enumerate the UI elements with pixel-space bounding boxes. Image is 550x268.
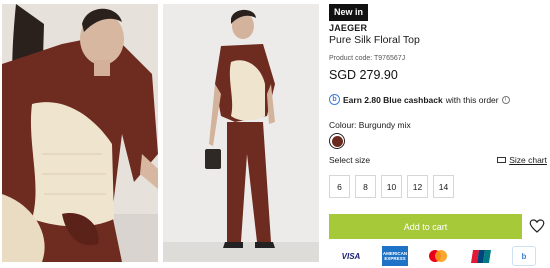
amex-icon: AMERICAN EXPRESS [382,246,408,266]
size-chart-link[interactable]: Size chart [497,155,547,165]
brand-name[interactable]: JAEGER [329,23,367,33]
size-option[interactable]: 12 [407,175,428,198]
colour-value: Burgundy mix [358,120,411,130]
new-in-badge: New in [329,4,369,21]
size-option[interactable]: 8 [355,175,376,198]
product-title: Pure Silk Floral Top [329,34,420,46]
cashback-banner: b Earn 2.80 Blue cashback with this orde… [329,94,510,105]
product-code: Product code: T976567J [329,55,406,62]
size-options: 6 8 10 12 14 [329,175,454,198]
product-image-main[interactable] [2,4,158,262]
wishlist-heart-icon[interactable] [528,217,546,235]
size-option[interactable]: 10 [381,175,402,198]
ruler-icon [497,157,507,163]
product-photo-full-length [163,4,319,262]
colour-label-row: Colour: Burgundy mix [329,120,411,130]
product-photo-close-up [2,4,158,262]
product-price: SGD 279.90 [329,68,398,82]
blue-cashback-icon: b [329,94,340,105]
colour-label: Colour: [329,120,357,130]
colour-swatch-burgundy[interactable] [329,133,345,149]
payment-methods: VISA AMERICAN EXPRESS b [329,246,549,268]
product-image-full-length[interactable] [163,4,319,262]
size-chart-label: Size chart [509,155,547,165]
info-icon[interactable]: i [501,95,510,104]
mastercard-icon [425,246,451,266]
swatch-fill [331,135,343,147]
cashback-text: with this order [445,94,499,105]
size-option[interactable]: 14 [433,175,454,198]
unionpay-icon [469,246,495,266]
add-to-cart-button[interactable]: Add to cart [329,214,522,239]
cashback-amount: Earn 2.80 Blue cashback [343,94,443,105]
visa-icon: VISA [341,251,361,261]
blue-card-icon: b [512,246,536,266]
size-option[interactable]: 6 [329,175,350,198]
select-size-label: Select size [329,155,371,165]
